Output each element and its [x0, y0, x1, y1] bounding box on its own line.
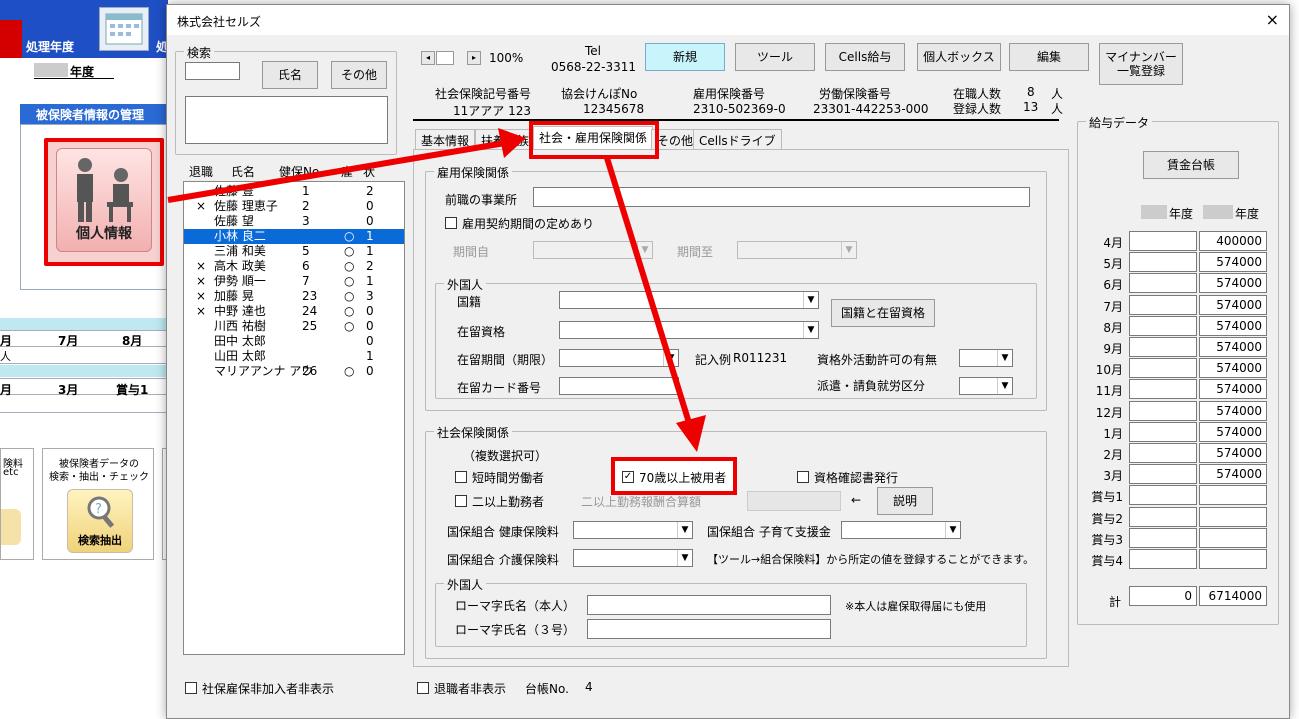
annotation-arrows — [167, 128, 706, 452]
